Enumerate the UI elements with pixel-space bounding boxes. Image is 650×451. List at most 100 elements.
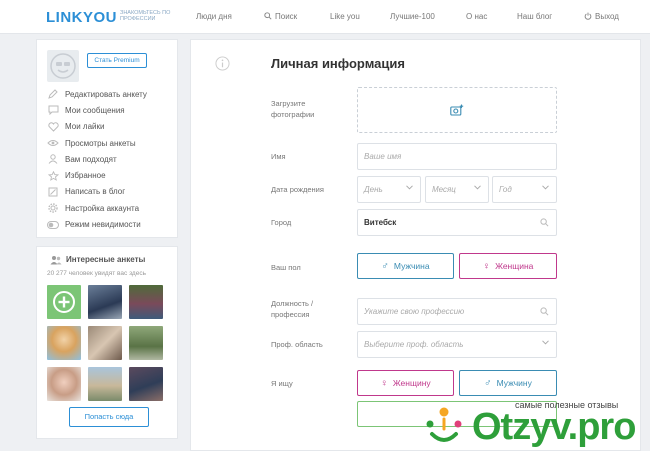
menu-profile-views[interactable]: Просмотры анкеты <box>47 135 147 151</box>
nav-search[interactable]: Поиск <box>264 12 297 21</box>
smiley-icon <box>50 53 76 79</box>
nav-like-you[interactable]: Like you <box>330 12 360 21</box>
nav-people-of-day[interactable]: Люди дня <box>196 12 232 21</box>
position-placeholder: Укажите свою профессию <box>364 307 465 316</box>
profile-photo[interactable] <box>88 285 122 319</box>
get-featured-button[interactable]: Попасть сюда <box>69 407 149 427</box>
search-icon <box>540 307 549 316</box>
profile-photo[interactable] <box>88 326 122 360</box>
menu-match-label: Вам подходят <box>65 154 117 164</box>
user-icon <box>47 154 59 165</box>
menu-messages[interactable]: Мои сообщения <box>47 102 147 118</box>
profile-photo[interactable] <box>129 367 163 401</box>
profile-photo[interactable] <box>47 367 81 401</box>
city-label: Город <box>271 218 292 227</box>
interesting-subtitle: 20 277 человек увидят вас здесь <box>47 270 146 277</box>
menu-account-settings-label: Настройка аккаунта <box>65 203 140 213</box>
gender-female-button[interactable]: ♀ Женщина <box>459 253 557 279</box>
birth-month-value: Месяц <box>432 185 456 194</box>
gender-male-button[interactable]: ♂ Мужчина <box>357 253 454 279</box>
menu-favorites-label: Избранное <box>65 171 106 181</box>
chevron-down-icon <box>542 340 549 345</box>
prof-area-select[interactable]: Выберите проф. область <box>357 331 557 358</box>
menu-account-settings[interactable]: Настройка аккаунта <box>47 200 147 216</box>
info-icon <box>215 56 230 71</box>
nav-exit-label: Выход <box>595 12 619 21</box>
gender-label: Ваш пол <box>271 263 301 272</box>
menu-edit-profile[interactable]: Редактировать анкету <box>47 86 147 102</box>
name-input[interactable]: Ваше имя <box>357 143 557 170</box>
name-label: Имя <box>271 152 286 161</box>
blog-icon <box>47 187 59 197</box>
prof-area-placeholder: Выберите проф. область <box>364 340 464 349</box>
menu-likes-label: Мои лайки <box>65 122 105 132</box>
female-icon: ♀ <box>380 377 388 389</box>
birth-month-select[interactable]: Месяц <box>425 176 489 203</box>
chevron-down-icon <box>474 185 481 190</box>
toggle-icon <box>47 220 59 230</box>
profile-menu: Редактировать анкету Мои сообщения Мои л… <box>47 86 147 233</box>
power-icon <box>584 12 592 20</box>
menu-match[interactable]: Вам подходят <box>47 151 147 167</box>
plus-circle-icon <box>53 291 75 313</box>
camera-add-icon <box>450 104 464 116</box>
eye-icon <box>47 138 59 148</box>
nav-best-100[interactable]: Лучшие-100 <box>390 12 435 21</box>
seeking-label: Я ищу <box>271 379 293 388</box>
position-label: Должность / профессия <box>271 299 314 319</box>
add-profile-tile[interactable] <box>47 285 81 319</box>
heart-icon <box>47 122 59 132</box>
chevron-down-icon <box>406 185 413 190</box>
birth-year-value: Год <box>499 185 512 194</box>
menu-messages-label: Мои сообщения <box>65 105 125 115</box>
watermark-brand: Otzyv.pro <box>472 406 636 448</box>
nav-blog[interactable]: Наш блог <box>517 12 552 21</box>
search-icon <box>264 12 272 20</box>
menu-profile-views-label: Просмотры анкеты <box>65 138 136 148</box>
nav-about[interactable]: О нас <box>466 12 487 21</box>
position-input[interactable]: Укажите свою профессию <box>357 298 557 325</box>
menu-favorites[interactable]: Избранное <box>47 167 147 183</box>
chat-icon <box>47 105 59 116</box>
birth-day-select[interactable]: День <box>357 176 421 203</box>
profile-photo[interactable] <box>129 326 163 360</box>
profile-photo[interactable] <box>88 367 122 401</box>
profile-photo[interactable] <box>47 326 81 360</box>
form-title: Личная информация <box>271 56 405 71</box>
gender-female-label: Женщина <box>495 261 534 271</box>
menu-write-blog-label: Написать в блог <box>65 187 126 197</box>
search-icon <box>540 218 549 227</box>
seek-male-button[interactable]: ♂ Мужчину <box>459 370 557 396</box>
personal-info-form: Личная информация Загрузите фотографии И… <box>190 39 641 451</box>
birth-date-label: Дата рождения <box>271 185 324 194</box>
watermark-logo-icon <box>426 407 462 442</box>
photo-upload-area[interactable] <box>357 87 557 133</box>
birth-day-value: День <box>364 185 383 194</box>
nav-exit[interactable]: Выход <box>584 12 619 21</box>
logo-tagline: ЗНАКОМЬТЕСЬ ПО ПРОФЕССИИ <box>120 10 171 22</box>
gear-icon <box>47 203 59 213</box>
prof-area-label: Проф. область <box>271 340 323 349</box>
interesting-title: Интересные анкеты <box>66 255 146 264</box>
gender-male-label: Мужчина <box>393 261 430 271</box>
logo[interactable]: LINKYOU <box>46 9 117 26</box>
male-icon: ♂ <box>484 377 492 389</box>
menu-likes[interactable]: Мои лайки <box>47 119 147 135</box>
photo-label: Загрузите фотографии <box>271 99 315 119</box>
avatar[interactable] <box>47 50 79 82</box>
profile-menu-card: Стать Premium Редактировать анкету Мои с… <box>36 39 178 238</box>
seek-female-button[interactable]: ♀ Женщину <box>357 370 454 396</box>
menu-invisible-mode[interactable]: Режим невидимости <box>47 216 147 232</box>
chevron-down-icon <box>542 185 549 190</box>
female-icon: ♀ <box>482 260 491 272</box>
birth-year-select[interactable]: Год <box>492 176 557 203</box>
seek-female-label: Женщину <box>392 378 431 388</box>
menu-write-blog[interactable]: Написать в блог <box>47 184 147 200</box>
interesting-profiles-card: Интересные анкеты 20 277 человек увидят … <box>36 246 178 439</box>
seek-male-label: Мужчину <box>496 378 532 388</box>
nav-search-label: Поиск <box>275 12 298 21</box>
profile-photo[interactable] <box>129 285 163 319</box>
menu-invisible-mode-label: Режим невидимости <box>65 220 141 230</box>
become-premium-button[interactable]: Стать Premium <box>87 53 147 68</box>
city-input[interactable]: Витебск <box>357 209 557 236</box>
